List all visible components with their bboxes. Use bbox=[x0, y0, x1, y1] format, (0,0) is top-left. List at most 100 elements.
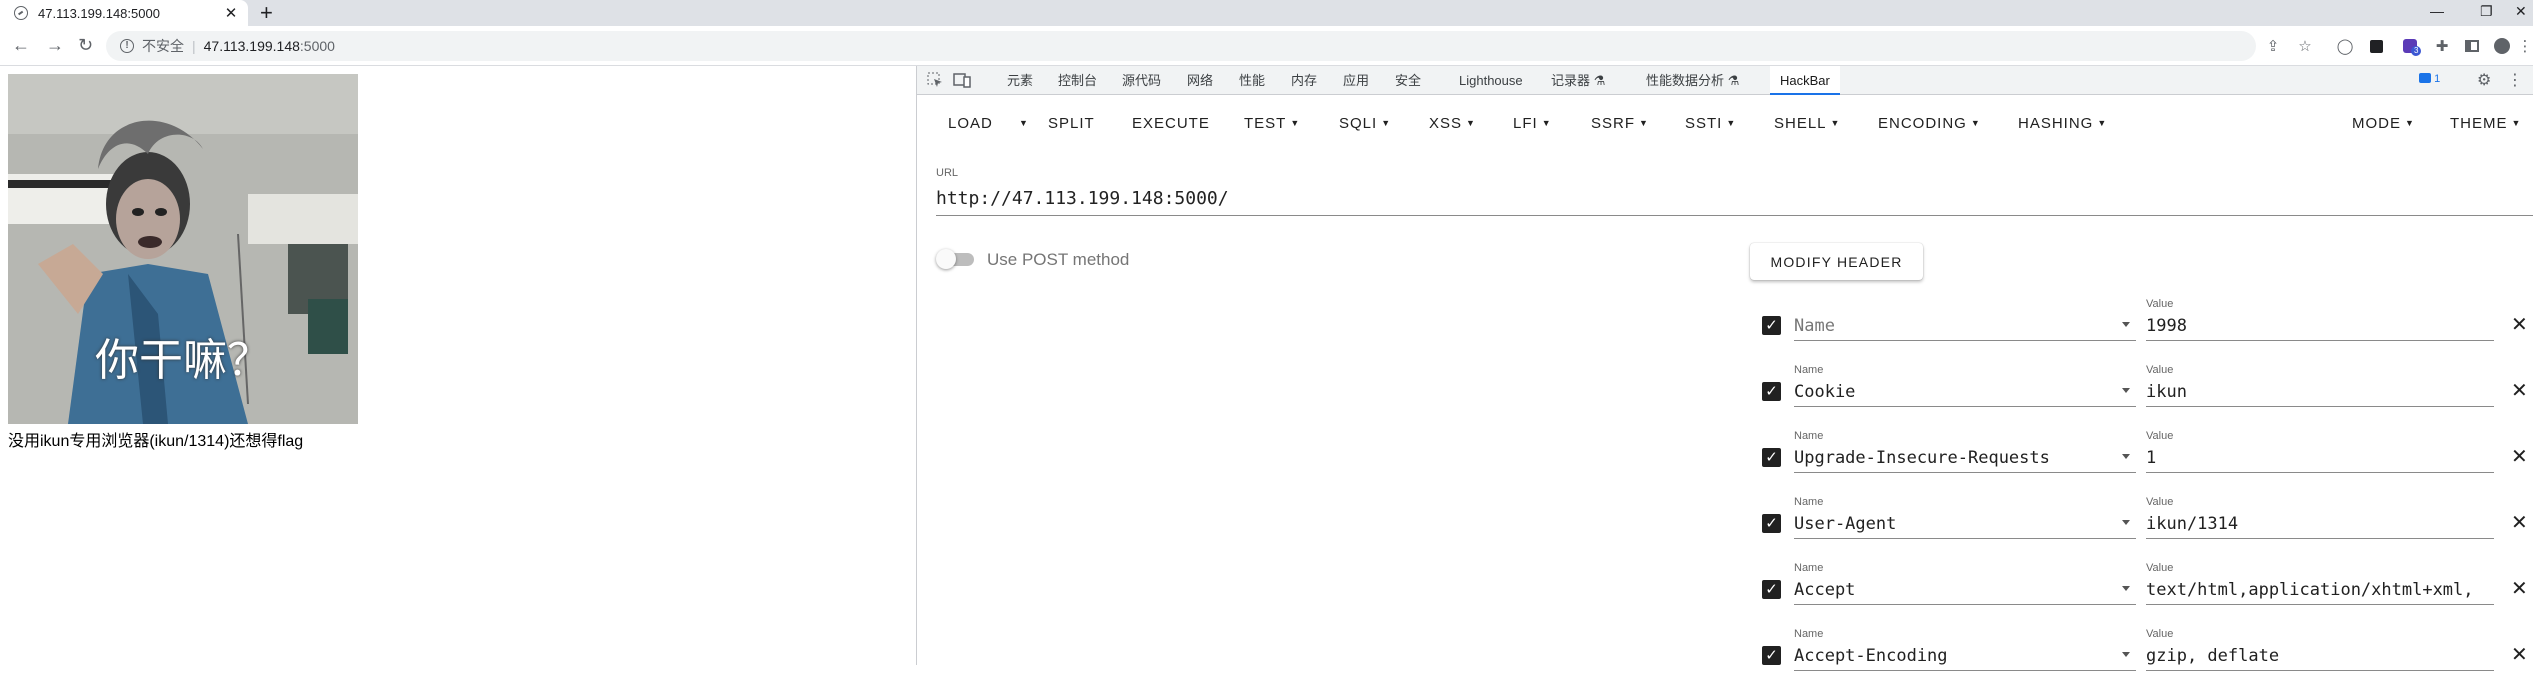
caret-down-icon: ▼ bbox=[1830, 118, 1841, 128]
devtools-tab-lighthouse[interactable]: Lighthouse bbox=[1459, 66, 1523, 95]
close-window-icon[interactable]: ✕ bbox=[2515, 3, 2527, 20]
caret-down-icon: ▼ bbox=[1466, 118, 1476, 128]
header-name-select[interactable]: Accept bbox=[1794, 576, 2136, 605]
devtools-tab-elements[interactable]: 元素 bbox=[1007, 66, 1033, 95]
minimize-icon[interactable]: ― bbox=[2430, 3, 2444, 19]
caret-down-icon: ▼ bbox=[1970, 118, 1981, 128]
header-value-input[interactable]: 1 bbox=[2146, 444, 2494, 473]
header-enabled-checkbox[interactable]: ✓ bbox=[1762, 580, 1781, 599]
extension-dark-icon[interactable] bbox=[2366, 36, 2386, 56]
hackbar-ssrf-menu[interactable]: SSRF ▼ bbox=[1591, 115, 1649, 132]
extension-circle-icon[interactable]: ◯ bbox=[2335, 36, 2355, 56]
caret-down-icon: ▼ bbox=[1541, 118, 1552, 128]
profile-avatar-icon[interactable] bbox=[2492, 36, 2512, 56]
header-enabled-checkbox[interactable]: ✓ bbox=[1762, 382, 1781, 401]
hackbar-mode-menu[interactable]: MODE ▼ bbox=[2352, 115, 2415, 132]
devtools-tab-security[interactable]: 安全 bbox=[1395, 66, 1421, 95]
header-row: ✓ Name Cookie Value ikun ✕ bbox=[917, 364, 2533, 430]
remove-header-icon[interactable]: ✕ bbox=[2511, 378, 2528, 403]
devtools-tab-hackbar[interactable]: HackBar bbox=[1770, 66, 1840, 95]
browser-tab[interactable]: 47.113.199.148:5000 ✕ bbox=[0, 0, 248, 26]
devtools-tab-memory[interactable]: 内存 bbox=[1291, 66, 1317, 95]
caret-down-icon: ▼ bbox=[1726, 118, 1737, 128]
hackbar-hashing-menu[interactable]: HASHING ▼ bbox=[2018, 115, 2107, 132]
remove-header-icon[interactable]: ✕ bbox=[2511, 444, 2528, 469]
device-toolbar-icon[interactable] bbox=[953, 72, 971, 88]
back-icon[interactable]: ← bbox=[12, 34, 30, 56]
url-input[interactable]: http://47.113.199.148:5000/ bbox=[936, 186, 2533, 216]
remove-header-icon[interactable]: ✕ bbox=[2511, 642, 2528, 667]
hackbar-sqli-menu[interactable]: SQLI ▼ bbox=[1339, 115, 1391, 132]
devtools-tab-performance[interactable]: 性能 bbox=[1239, 66, 1265, 95]
extension-badge: 3 bbox=[2411, 46, 2422, 56]
header-name-select[interactable]: Cookie bbox=[1794, 378, 2136, 407]
header-name-select[interactable]: Name bbox=[1794, 312, 2136, 341]
hackbar-load-dropdown-icon[interactable]: ▼ bbox=[1015, 115, 1029, 132]
header-enabled-checkbox[interactable]: ✓ bbox=[1762, 448, 1781, 467]
address-bar[interactable]: ! 不安全 | 47.113.199.148:5000 bbox=[106, 31, 2256, 61]
toggle-knob bbox=[936, 249, 956, 269]
reload-icon[interactable]: ↻ bbox=[78, 34, 93, 56]
header-value-input[interactable]: text/html,application/xhtml+xml, bbox=[2146, 576, 2494, 605]
modify-header-button[interactable]: MODIFY HEADER bbox=[1750, 243, 1923, 280]
hackbar-load-button[interactable]: LOAD bbox=[948, 115, 993, 132]
header-enabled-checkbox[interactable]: ✓ bbox=[1762, 316, 1781, 335]
remove-header-icon[interactable]: ✕ bbox=[2511, 312, 2528, 337]
dropdown-arrow-icon[interactable] bbox=[2122, 454, 2130, 459]
header-name-select[interactable]: User-Agent bbox=[1794, 510, 2136, 539]
dropdown-arrow-icon[interactable] bbox=[2122, 520, 2130, 525]
header-row: ✓ Name User-Agent Value ikun/1314 ✕ bbox=[917, 496, 2533, 562]
share-icon[interactable]: ⇪ bbox=[2263, 36, 2283, 56]
hackbar-execute-button[interactable]: EXECUTE bbox=[1132, 115, 1210, 132]
dropdown-arrow-icon[interactable] bbox=[2122, 322, 2130, 327]
restore-icon[interactable]: ❐ bbox=[2480, 3, 2493, 20]
hackbar-test-menu[interactable]: TEST ▼ bbox=[1244, 115, 1300, 132]
header-row: ✓ Name Accept-Encoding Value gzip, defla… bbox=[917, 628, 2533, 694]
header-value-input[interactable]: 1998 bbox=[2146, 312, 2494, 341]
issues-icon bbox=[2419, 73, 2431, 83]
remove-header-icon[interactable]: ✕ bbox=[2511, 510, 2528, 535]
devtools-settings-icon[interactable]: ⚙ bbox=[2477, 70, 2491, 90]
devtools-tab-sources[interactable]: 源代码 bbox=[1122, 66, 1161, 95]
hackbar-xss-menu[interactable]: XSS ▼ bbox=[1429, 115, 1476, 132]
devtools-tab-network[interactable]: 网络 bbox=[1187, 66, 1213, 95]
header-enabled-checkbox[interactable]: ✓ bbox=[1762, 646, 1781, 665]
hackbar-ssti-menu[interactable]: SSTI ▼ bbox=[1685, 115, 1736, 132]
hackbar-theme-menu[interactable]: THEME ▼ bbox=[2450, 115, 2521, 132]
devtools-tab-console[interactable]: 控制台 bbox=[1058, 66, 1097, 95]
remove-header-icon[interactable]: ✕ bbox=[2511, 576, 2528, 601]
header-value-input[interactable]: gzip, deflate bbox=[2146, 642, 2494, 671]
side-panel-icon[interactable] bbox=[2462, 36, 2482, 56]
meme-text: 你干嘛？ bbox=[95, 335, 271, 386]
extension-purple-icon[interactable]: 3 bbox=[2400, 36, 2422, 56]
new-tab-button[interactable]: + bbox=[260, 1, 273, 25]
hackbar-lfi-menu[interactable]: LFI ▼ bbox=[1513, 115, 1552, 132]
forward-icon[interactable]: → bbox=[46, 34, 64, 56]
header-name-select[interactable]: Accept-Encoding bbox=[1794, 642, 2136, 671]
browser-menu-icon[interactable]: ⋮ bbox=[2515, 36, 2533, 56]
close-tab-icon[interactable]: ✕ bbox=[220, 4, 242, 22]
issues-count: 1 bbox=[2434, 73, 2441, 85]
extensions-puzzle-icon[interactable]: ✚ bbox=[2432, 36, 2452, 56]
header-value-input[interactable]: ikun bbox=[2146, 378, 2494, 407]
header-name-select[interactable]: Upgrade-Insecure-Requests bbox=[1794, 444, 2136, 473]
devtools-tab-recorder[interactable]: 记录器 ⚗ bbox=[1551, 66, 1605, 95]
issues-counter[interactable]: 1 bbox=[2419, 73, 2440, 85]
hackbar-encoding-menu[interactable]: ENCODING ▼ bbox=[1878, 115, 1981, 132]
devtools-tab-performance-insights[interactable]: 性能数据分析 ⚗ bbox=[1646, 66, 1739, 95]
hackbar-split-button[interactable]: SPLIT bbox=[1048, 115, 1095, 132]
header-enabled-checkbox[interactable]: ✓ bbox=[1762, 514, 1781, 533]
bookmark-star-icon[interactable]: ☆ bbox=[2295, 36, 2315, 56]
hackbar-mode-label: MODE bbox=[2352, 115, 2401, 132]
dropdown-arrow-icon[interactable] bbox=[2122, 652, 2130, 657]
devtools-more-icon[interactable]: ⋮ bbox=[2507, 70, 2523, 90]
inspect-element-icon[interactable] bbox=[927, 72, 945, 88]
header-value-label: Value bbox=[2146, 430, 2174, 442]
post-method-toggle[interactable] bbox=[936, 249, 976, 269]
header-value-input[interactable]: ikun/1314 bbox=[2146, 510, 2494, 539]
hackbar-shell-label: SHELL bbox=[1774, 115, 1827, 132]
dropdown-arrow-icon[interactable] bbox=[2122, 586, 2130, 591]
devtools-tab-application[interactable]: 应用 bbox=[1343, 66, 1369, 95]
hackbar-shell-menu[interactable]: SHELL ▼ bbox=[1774, 115, 1840, 132]
dropdown-arrow-icon[interactable] bbox=[2122, 388, 2130, 393]
